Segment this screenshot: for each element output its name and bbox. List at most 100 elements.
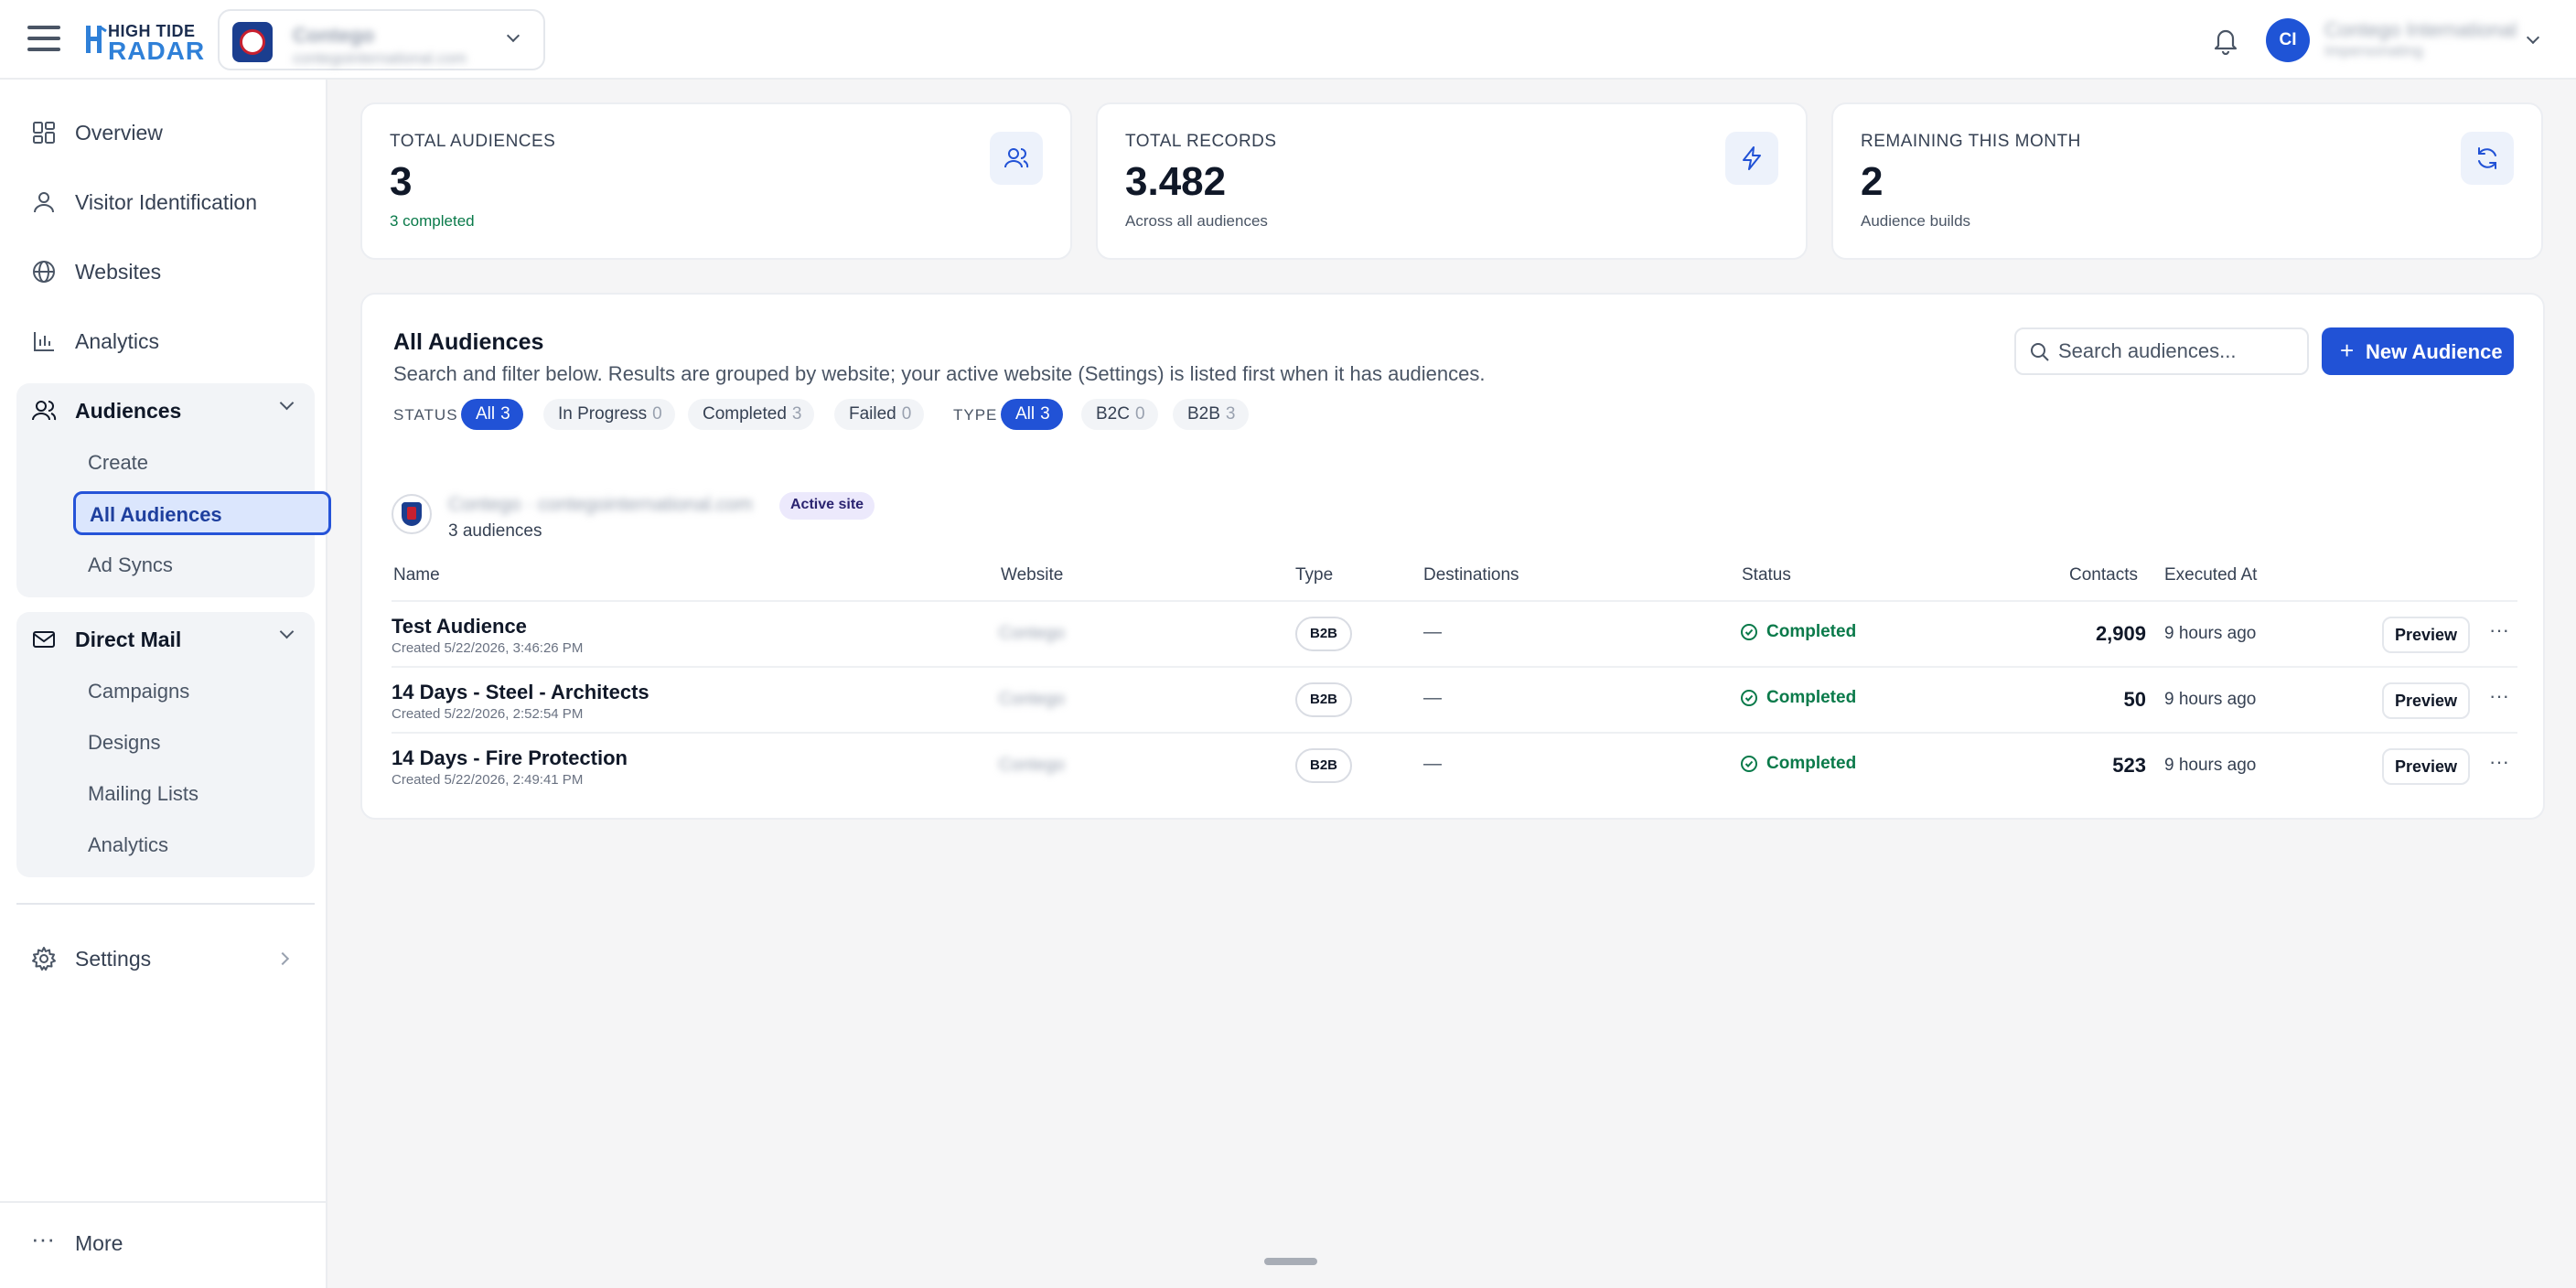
audience-executed: 9 hours ago [2164, 756, 2257, 775]
sidebar-label-direct-mail: Direct Mail [75, 628, 182, 651]
column-header-destinations[interactable]: Destinations [1423, 565, 1519, 585]
audience-destinations: — [1423, 688, 1442, 708]
status-filter-completed[interactable]: Completed 3 [688, 399, 815, 430]
users-icon [1004, 148, 1029, 168]
active-site-badge: Active site [779, 492, 875, 520]
website-group-name: Contego · contegointernational.com [448, 494, 753, 515]
mail-icon [33, 631, 55, 648]
menu-icon[interactable] [27, 26, 60, 55]
new-audience-button[interactable]: + New Audience [2322, 327, 2514, 375]
column-header-contacts[interactable]: Contacts [2069, 565, 2138, 585]
stat-value: 2 [1861, 159, 1884, 204]
table-row[interactable]: Test Audience Created 5/22/2026, 3:46:26… [392, 600, 2517, 666]
audience-created: Created 5/22/2026, 2:52:54 PM [392, 706, 584, 722]
account-role: Impersonating [2324, 42, 2423, 59]
sidebar-item-dm-analytics[interactable]: Analytics [73, 822, 298, 866]
audience-name[interactable]: Test Audience [392, 615, 527, 639]
chevron-down-icon [279, 395, 295, 411]
type-badge: B2B [1295, 748, 1352, 783]
audience-website: Contego [999, 690, 1065, 709]
column-header-type[interactable]: Type [1295, 565, 1333, 585]
chip-count: 0 [652, 404, 662, 424]
more-actions-icon[interactable]: ··· [2483, 617, 2516, 653]
bar-chart-icon [34, 332, 54, 351]
sidebar-label-ad-syncs: Ad Syncs [88, 553, 173, 576]
plus-icon: + [2340, 337, 2355, 364]
sidebar-divider [16, 903, 315, 905]
more-icon: ··· [31, 1225, 55, 1252]
audience-name[interactable]: 14 Days - Fire Protection [392, 746, 628, 770]
column-header-executed-at[interactable]: Executed At [2164, 565, 2257, 585]
status-filter-failed[interactable]: Failed 0 [834, 399, 925, 430]
type-filter-all[interactable]: All 3 [1001, 399, 1063, 430]
type-filter-label: TYPE [953, 406, 998, 424]
logo-mark-icon [86, 26, 107, 53]
sidebar-item-audiences[interactable]: Audiences [16, 383, 315, 438]
table-row[interactable]: 14 Days - Steel - Architects Created 5/2… [392, 666, 2517, 732]
app-logo[interactable]: HIGH TIDE RADAR [84, 20, 204, 65]
column-header-website[interactable]: Website [1001, 565, 1063, 585]
status-filter-in-progress[interactable]: In Progress 0 [543, 399, 675, 430]
search-input[interactable] [2058, 338, 2296, 364]
chip-count: 3 [1040, 404, 1050, 424]
sidebar-label-visitor-identification: Visitor Identification [75, 190, 258, 214]
more-actions-icon[interactable]: ··· [2483, 748, 2516, 785]
sidebar-item-designs[interactable]: Designs [73, 720, 298, 764]
type-badge: B2B [1295, 617, 1352, 651]
sidebar-label-designs: Designs [88, 731, 161, 754]
type-filter-b2b[interactable]: B2B 3 [1173, 399, 1249, 430]
avatar[interactable]: CI [2266, 18, 2310, 62]
audience-contacts: 50 [2123, 688, 2146, 711]
sidebar-item-settings[interactable]: Settings [16, 931, 315, 986]
preview-button[interactable]: Preview [2382, 682, 2470, 719]
audience-contacts: 523 [2112, 754, 2146, 777]
audience-name[interactable]: 14 Days - Steel - Architects [392, 681, 649, 704]
column-header-status[interactable]: Status [1742, 565, 1791, 585]
site-name: Contego [293, 24, 375, 47]
sidebar-item-overview[interactable]: Overview [16, 105, 315, 160]
sidebar-item-mailing-lists[interactable]: Mailing Lists [73, 771, 298, 815]
stat-value: 3.482 [1125, 159, 1227, 204]
bell-icon[interactable] [2212, 26, 2239, 55]
sidebar-item-analytics[interactable]: Analytics [16, 314, 315, 369]
stat-sub: Audience builds [1861, 212, 1971, 230]
column-header-name[interactable]: Name [393, 565, 440, 585]
stat-label: REMAINING THIS MONTH [1861, 132, 2081, 151]
page-title: All Audiences [393, 329, 544, 355]
sidebar-item-direct-mail[interactable]: Direct Mail [16, 612, 315, 667]
stat-icon-box [990, 132, 1043, 185]
sidebar-item-more[interactable]: ··· More [16, 1216, 315, 1271]
check-circle-icon [1741, 756, 1757, 772]
sidebar-item-ad-syncs[interactable]: Ad Syncs [73, 542, 298, 586]
website-switcher[interactable]: Contego contegointernational.com [218, 9, 545, 70]
drag-handle[interactable] [1264, 1258, 1317, 1265]
preview-button[interactable]: Preview [2382, 748, 2470, 785]
status-label: Completed [1766, 688, 1857, 707]
search-box[interactable] [2014, 327, 2309, 375]
status-filter-all[interactable]: All 3 [461, 399, 523, 430]
check-circle-icon [1741, 690, 1757, 706]
audience-website: Contego [999, 624, 1065, 643]
page-description: Search and filter below. Results are gro… [393, 362, 1486, 385]
more-actions-icon[interactable]: ··· [2483, 682, 2516, 719]
refresh-icon [2478, 147, 2496, 169]
sidebar-item-campaigns[interactable]: Campaigns [73, 669, 298, 713]
sidebar-item-create[interactable]: Create [73, 440, 298, 484]
sidebar-item-websites[interactable]: Websites [16, 244, 315, 299]
sidebar-item-all-audiences[interactable]: All Audiences [73, 491, 331, 535]
chip-count: 3 [791, 404, 802, 424]
account-chevron-down-icon[interactable] [2526, 30, 2540, 45]
account-name[interactable]: Contego International [2324, 18, 2517, 42]
stat-icon-box [2461, 132, 2514, 185]
sidebar-item-visitor-identification[interactable]: Visitor Identification [16, 175, 315, 230]
check-circle-icon [1741, 624, 1757, 640]
type-filter-b2c[interactable]: B2C 0 [1081, 399, 1158, 430]
stat-label: TOTAL RECORDS [1125, 132, 1277, 151]
chip-label: All [1015, 404, 1036, 424]
table-row[interactable]: 14 Days - Fire Protection Created 5/22/2… [392, 732, 2517, 798]
sidebar-label-create: Create [88, 451, 149, 474]
preview-button[interactable]: Preview [2382, 617, 2470, 653]
sidebar-label-analytics: Analytics [75, 329, 160, 353]
stat-sub: 3 completed [390, 212, 475, 230]
chip-count: 3 [500, 404, 510, 424]
